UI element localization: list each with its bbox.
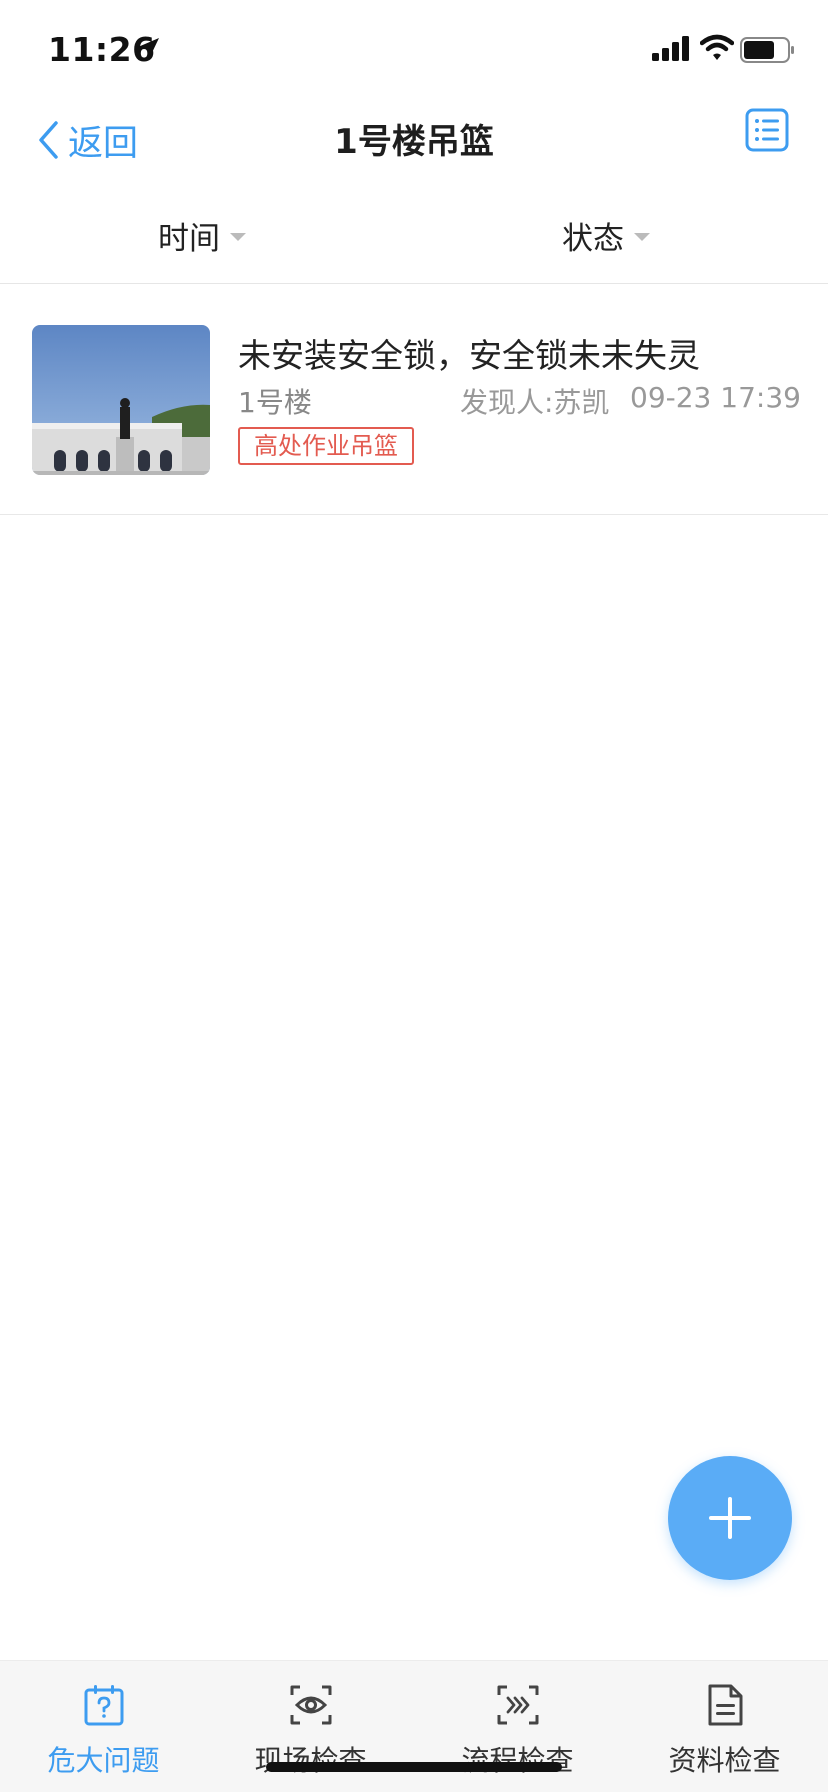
tab-label: 资料检查 (668, 1744, 781, 1777)
issue-list-item[interactable]: 未安装安全锁，安全锁未未失灵 1号楼 发现人:苏凯 09-23 17:39 高处… (0, 285, 828, 515)
status-filter[interactable]: 状态 (562, 212, 650, 258)
calendar-question-icon (84, 1685, 124, 1726)
time-filter[interactable]: 时间 (158, 212, 246, 258)
issue-title: 未安装安全锁，安全锁未未失灵 (238, 336, 700, 375)
tab-major-hazard-issues[interactable]: 危大问题 (0, 1661, 207, 1792)
tab-label: 现场检查 (254, 1744, 367, 1777)
tab-document-inspection[interactable]: 资料检查 (621, 1661, 828, 1792)
wifi-icon (700, 34, 734, 60)
issue-building: 1号楼 (238, 386, 312, 419)
page-title: 1号楼吊篮 (334, 122, 494, 162)
caret-down-icon (230, 233, 246, 241)
tab-site-inspection[interactable]: 现场检查 (207, 1661, 414, 1792)
location-arrow-icon (138, 38, 159, 59)
tab-process-inspection[interactable]: 流程检查 (414, 1661, 621, 1792)
caret-down-icon (634, 233, 650, 241)
issue-datetime: 09-23 17:39 (630, 381, 801, 414)
cellular-signal-icon (652, 36, 689, 61)
issue-photo-thumbnail (32, 325, 210, 475)
tab-label: 危大问题 (47, 1744, 160, 1777)
plus-icon (709, 1497, 751, 1539)
battery-icon (740, 37, 794, 63)
tab-label: 流程检查 (461, 1744, 574, 1777)
time-filter-label: 时间 (158, 220, 220, 257)
status-filter-label: 状态 (562, 220, 624, 257)
filter-bar: 时间 状态 (0, 188, 828, 284)
nav-bar: 返回 1号楼吊篮 (0, 100, 828, 188)
bottom-tab-bar: 危大问题 现场检查 流程检查 资料检查 (0, 1660, 828, 1792)
list-menu-icon[interactable] (745, 108, 789, 152)
eye-scan-icon (290, 1685, 332, 1725)
status-bar: 11:26 (0, 0, 828, 100)
issue-category-tag: 高处作业吊篮 (238, 427, 414, 465)
issue-finder: 发现人:苏凯 (460, 386, 610, 419)
flow-scan-icon (497, 1685, 539, 1725)
document-icon (708, 1684, 743, 1726)
home-indicator (266, 1762, 562, 1772)
add-issue-button[interactable] (668, 1456, 792, 1580)
